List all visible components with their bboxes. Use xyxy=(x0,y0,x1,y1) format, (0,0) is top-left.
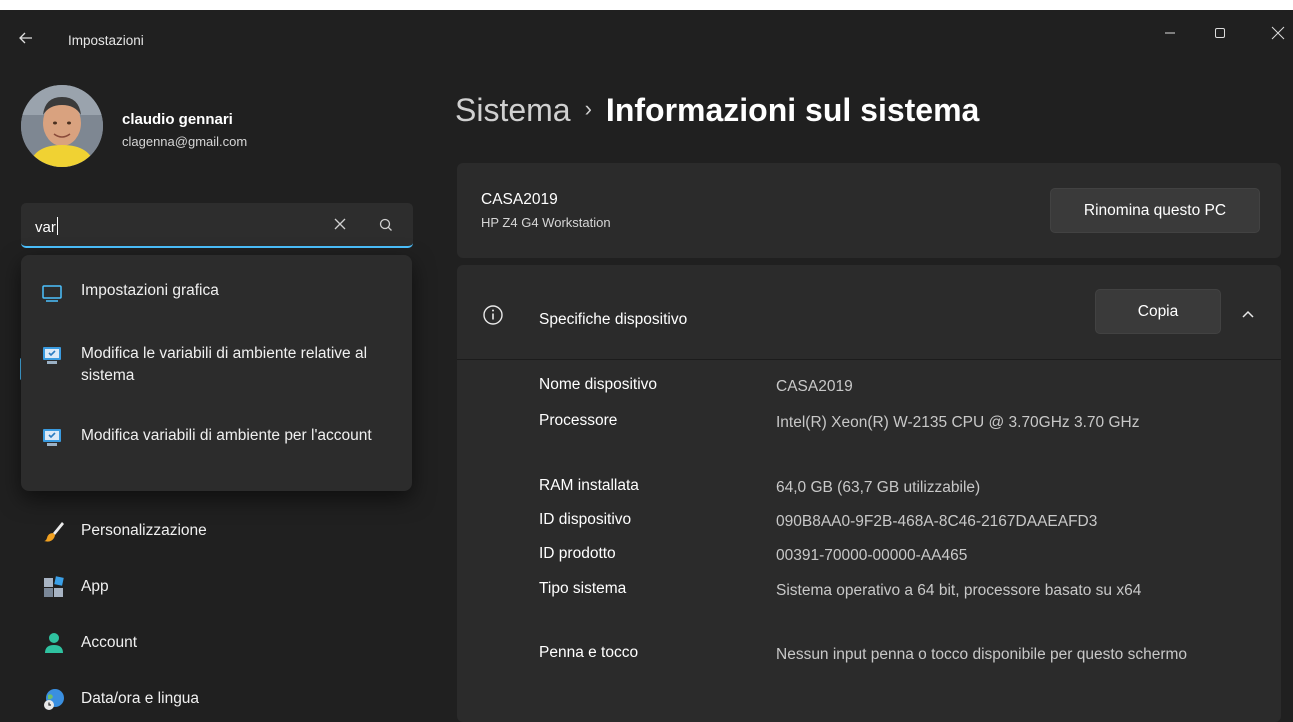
spec-value: Intel(R) Xeon(R) W-2135 CPU @ 3.70GHz 3.… xyxy=(776,414,1140,431)
info-icon xyxy=(483,305,503,325)
suggestion-label: Impostazioni grafica xyxy=(81,282,219,299)
suggestion-label: Modifica variabili di ambiente per l'acc… xyxy=(81,427,372,444)
rename-pc-button[interactable]: Rinomina questo PC xyxy=(1050,188,1260,233)
text-caret xyxy=(56,217,58,235)
search-suggestions: Impostazioni grafica Modifica le variabi… xyxy=(21,255,412,491)
nav-label: App xyxy=(81,578,109,595)
app-title: Impostazioni xyxy=(68,33,144,48)
suggestion-item[interactable]: Modifica variabili di ambiente per l'acc… xyxy=(21,403,412,491)
device-specs-title: Specifiche dispositivo xyxy=(539,311,688,328)
spec-label: Tipo sistema xyxy=(539,580,627,597)
search-button[interactable] xyxy=(375,214,397,236)
user-email: clagenna@gmail.com xyxy=(122,134,248,149)
brush-icon xyxy=(44,522,64,542)
nav-label: Account xyxy=(81,634,138,651)
spec-label: ID dispositivo xyxy=(539,511,632,528)
spec-value: Nessun input penna o tocco disponibile p… xyxy=(776,646,1188,663)
system-properties-icon xyxy=(43,347,61,364)
pc-name: CASA2019 xyxy=(481,191,558,208)
nav-item-app[interactable]: App xyxy=(36,567,406,607)
nav-item-account[interactable]: Account xyxy=(36,623,406,663)
page-title: Informazioni sul sistema xyxy=(605,92,980,128)
clear-icon xyxy=(334,218,346,230)
apps-icon xyxy=(44,576,64,597)
search-input[interactable]: var xyxy=(35,217,58,236)
close-button[interactable] xyxy=(1258,20,1293,46)
avatar[interactable] xyxy=(21,85,103,167)
spec-label: Nome dispositivo xyxy=(539,376,658,393)
suggestion-item[interactable]: Modifica le variabili di ambiente relati… xyxy=(21,325,412,403)
breadcrumb-separator: › xyxy=(584,96,592,121)
title-bar: Impostazioni xyxy=(0,10,1293,70)
account-icon xyxy=(45,633,63,653)
spec-label: RAM installata xyxy=(539,477,639,494)
back-button[interactable] xyxy=(18,30,44,52)
pc-model: HP Z4 G4 Workstation xyxy=(481,215,611,230)
globe-clock-icon xyxy=(44,689,64,710)
spec-value: CASA2019 xyxy=(776,378,853,395)
nav-item-personalizzazione[interactable]: Personalizzazione xyxy=(36,511,406,551)
spec-label: Penna e tocco xyxy=(539,644,639,661)
spec-value: 00391-70000-00000-AA465 xyxy=(776,547,968,564)
device-specs-header[interactable]: Specifiche dispositivo Copia xyxy=(457,265,1281,360)
display-icon xyxy=(42,285,62,302)
search-icon xyxy=(379,218,392,231)
clear-search-button[interactable] xyxy=(327,212,353,238)
device-specs-card: Specifiche dispositivo Copia Nome dispos… xyxy=(457,265,1281,722)
nav-label: Personalizzazione xyxy=(81,522,207,539)
breadcrumb: Sistema › Informazioni sul sistema xyxy=(455,92,979,129)
suggestion-label: Modifica le variabili di ambiente relati… xyxy=(81,345,368,384)
maximize-icon xyxy=(1215,28,1225,38)
chevron-up-icon[interactable] xyxy=(1237,303,1259,325)
spec-label: Processore xyxy=(539,412,618,429)
back-arrow-icon xyxy=(19,32,32,44)
nav-label: Data/ora e lingua xyxy=(81,690,200,707)
suggestion-item[interactable]: Impostazioni grafica xyxy=(21,255,412,325)
minimize-button[interactable] xyxy=(1150,20,1190,46)
copy-button[interactable]: Copia xyxy=(1095,289,1221,334)
pc-name-card: CASA2019 HP Z4 G4 Workstation Rinomina q… xyxy=(457,163,1281,258)
minimize-icon xyxy=(1165,32,1175,34)
spec-value: Sistema operativo a 64 bit, processore b… xyxy=(776,582,1142,599)
user-photo xyxy=(21,85,103,167)
user-name: claudio gennari xyxy=(122,111,233,128)
close-icon xyxy=(1271,26,1285,40)
spec-label: ID prodotto xyxy=(539,545,616,562)
spec-value: 090B8AA0-9F2B-468A-8C46-2167DAAEAFD3 xyxy=(776,513,1098,530)
settings-window: Impostazioni claudio gennari clagenna@gm… xyxy=(0,10,1293,722)
breadcrumb-parent[interactable]: Sistema xyxy=(455,92,571,128)
spec-value: 64,0 GB (63,7 GB utilizzabile) xyxy=(776,479,981,496)
search-box[interactable]: var xyxy=(21,203,413,248)
maximize-button[interactable] xyxy=(1200,20,1240,46)
nav-item-data-ora-lingua[interactable]: Data/ora e lingua xyxy=(36,679,406,719)
system-properties-icon xyxy=(43,429,61,446)
